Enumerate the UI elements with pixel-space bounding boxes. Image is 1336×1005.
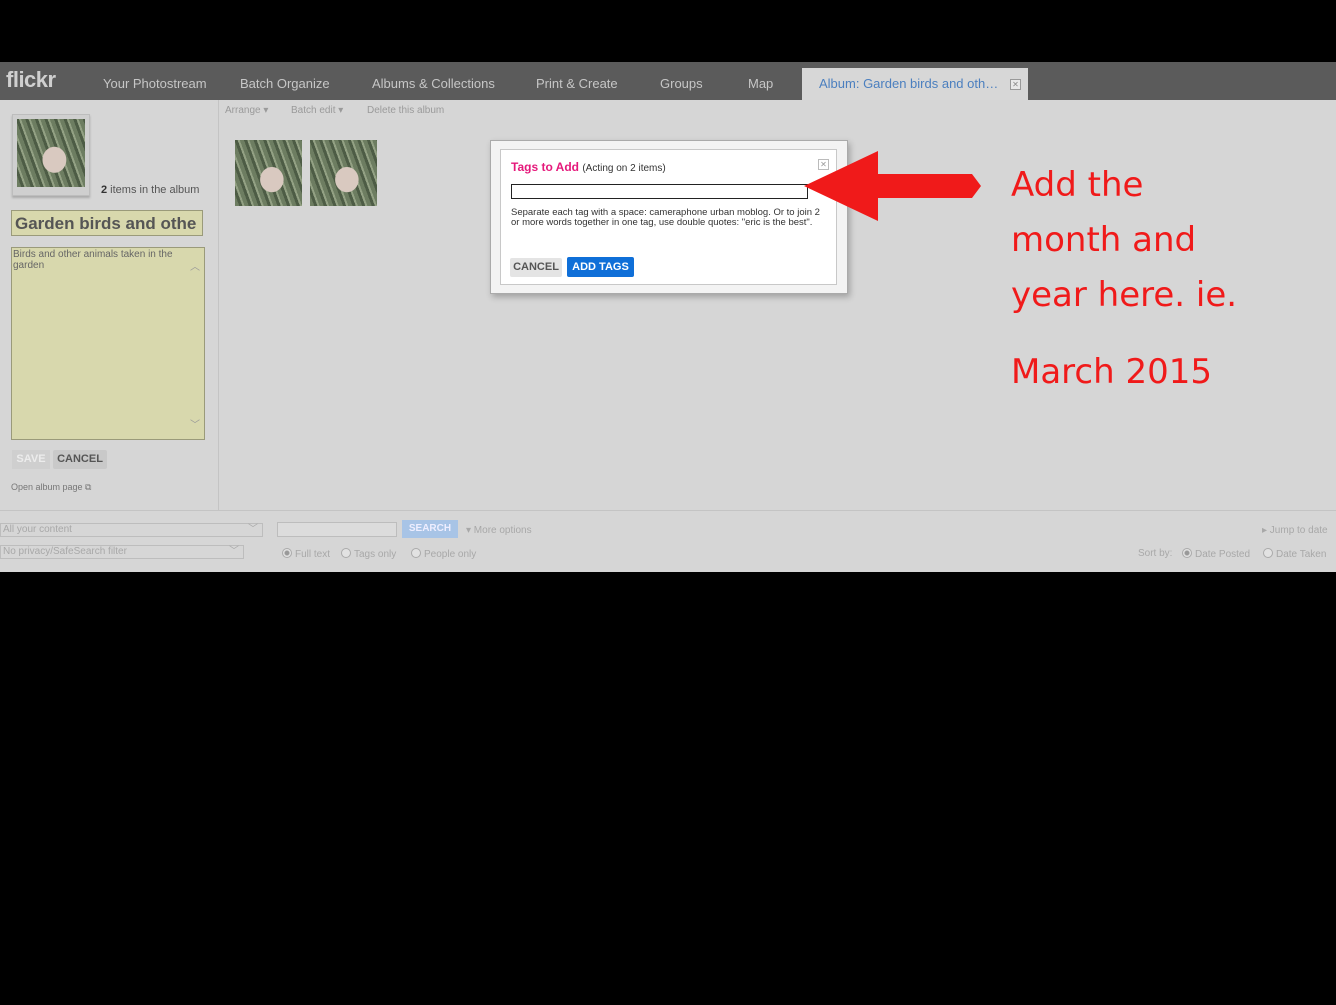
nav-your-photostream[interactable]: Your Photostream (103, 76, 207, 91)
scroll-up-icon[interactable]: ︿ (190, 262, 200, 273)
red-arrow-annotation (804, 151, 981, 221)
open-album-page-link[interactable]: Open album page ⧉ (11, 482, 91, 493)
tags-to-add-dialog: Tags to Add (Acting on 2 items) ✕ Separa… (490, 140, 848, 294)
tags-input[interactable] (511, 184, 808, 199)
radio-selected-icon (282, 548, 292, 558)
instruction-annotation: Add the month and year here. ie. March 2… (1011, 158, 1237, 400)
radio-empty-icon (341, 548, 351, 558)
tags-help-text: Separate each tag with a space: cameraph… (511, 207, 820, 228)
photo-thumbnail[interactable] (310, 140, 377, 206)
sort-date-posted[interactable]: Date Posted (1182, 548, 1250, 560)
nav-groups[interactable]: Groups (660, 76, 703, 91)
chevron-down-icon: ﹀ (229, 546, 239, 557)
arrow-shape (804, 151, 981, 221)
annotation-line: March 2015 (1011, 352, 1212, 392)
album-item-count: 2 items in the album (101, 184, 200, 196)
nav-batch-organize[interactable]: Batch Organize (240, 76, 330, 91)
delete-album-link[interactable]: Delete this album (367, 105, 444, 116)
nav-albums-collections[interactable]: Albums & Collections (372, 76, 495, 91)
annotation-line: Add the (1011, 165, 1144, 205)
dialog-body: Tags to Add (Acting on 2 items) ✕ Separa… (500, 149, 837, 285)
close-tab-icon[interactable]: ✕ (1010, 79, 1021, 90)
flickr-logo[interactable]: flickr (6, 67, 56, 93)
radio-tags-only[interactable]: Tags only (341, 548, 396, 560)
nav-print-create[interactable]: Print & Create (536, 76, 618, 91)
radio-full-text[interactable]: Full text (282, 548, 330, 560)
arrange-menu[interactable]: Arrange ▾ (225, 105, 268, 116)
photo-thumbnail[interactable] (235, 140, 302, 206)
radio-people-only[interactable]: People only (411, 548, 476, 560)
cancel-button[interactable]: CANCEL (53, 450, 107, 469)
privacy-filter-select[interactable]: No privacy/SafeSearch filter ﹀ (0, 545, 244, 559)
top-navigation-bar: flickr Your Photostream Batch Organize A… (0, 62, 1336, 100)
jump-to-date-link[interactable]: ▸ Jump to date (1262, 525, 1328, 536)
annotation-line: year here. ie. (1011, 275, 1238, 315)
search-footer: All your content ﹀ No privacy/SafeSearch … (0, 510, 1336, 572)
radio-empty-icon (411, 548, 421, 558)
dialog-cancel-button[interactable]: CANCEL (510, 258, 562, 277)
album-title-input[interactable]: Garden birds and othe (11, 210, 203, 236)
sort-date-taken[interactable]: Date Taken (1263, 548, 1326, 560)
cover-photo (17, 119, 85, 187)
search-button[interactable]: SEARCH (402, 520, 458, 538)
dialog-title: Tags to Add (Acting on 2 items) (511, 160, 666, 174)
sort-by-label: Sort by: (1138, 548, 1173, 559)
save-button[interactable]: SAVE (12, 450, 50, 469)
batch-edit-menu[interactable]: Batch edit ▾ (291, 105, 343, 116)
tab-album-garden-birds[interactable]: Album: Garden birds and oth… ✕ (802, 68, 1028, 100)
annotation-line: month and (1011, 220, 1197, 260)
radio-empty-icon (1263, 548, 1273, 558)
album-sidebar: 2 items in the album Garden birds and ot… (0, 100, 219, 510)
album-cover-thumbnail[interactable] (12, 114, 90, 196)
search-input[interactable] (277, 522, 397, 537)
nav-map[interactable]: Map (748, 76, 773, 91)
add-tags-button[interactable]: ADD TAGS (567, 257, 634, 277)
more-options-link[interactable]: ▾ More options (466, 525, 532, 536)
scroll-down-icon[interactable]: ﹀ (190, 420, 200, 431)
album-description-text: Birds and other animals taken in the gar… (13, 249, 173, 271)
radio-selected-icon (1182, 548, 1192, 558)
chevron-down-icon: ﹀ (248, 524, 258, 535)
album-description-textarea[interactable]: Birds and other animals taken in the gar… (11, 247, 205, 440)
content-filter-select[interactable]: All your content ﹀ (0, 523, 263, 537)
tab-album-label: Album: Garden birds and oth… (819, 76, 999, 91)
